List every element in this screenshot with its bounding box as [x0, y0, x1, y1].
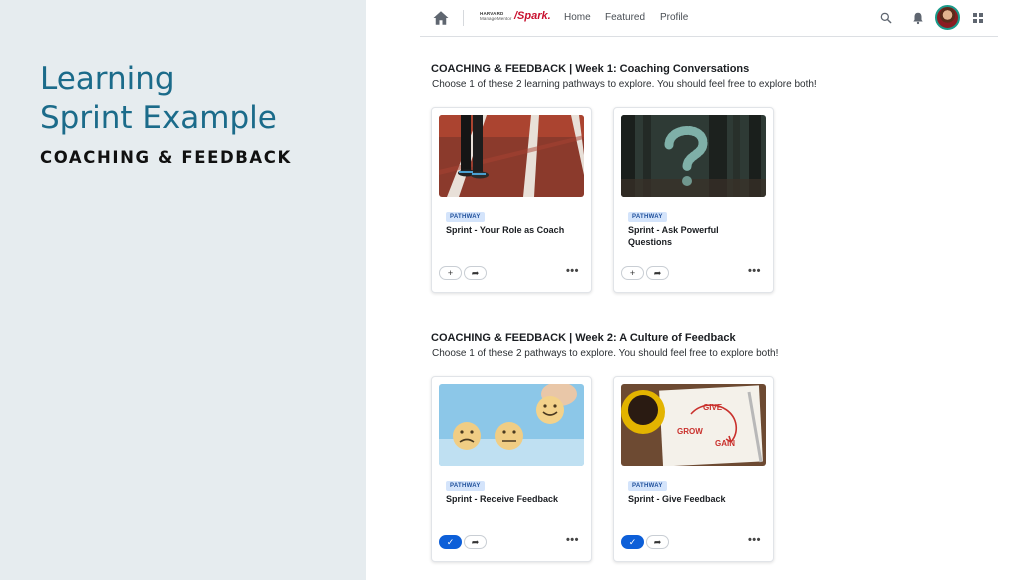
brand-line2: ManageMentor [480, 16, 512, 21]
add-button[interactable]: + [439, 266, 462, 280]
pathway-badge: PATHWAY [446, 481, 485, 491]
share-button[interactable]: ➦ [464, 535, 487, 549]
svg-text:GAIN: GAIN [715, 439, 735, 448]
card-image-forest-question [621, 115, 766, 197]
share-button[interactable]: ➦ [464, 266, 487, 280]
nav-link-home[interactable]: Home [564, 12, 591, 23]
bell-icon[interactable] [911, 11, 925, 25]
forest-question-mark-image [621, 115, 766, 197]
completed-check-button[interactable]: ✓ [621, 535, 644, 549]
card-title: Sprint - Receive Feedback [446, 494, 559, 504]
left-panel: Learning Sprint Example COACHING & FEEDB… [0, 0, 366, 580]
card-image-smiley-faces [439, 384, 584, 466]
add-button[interactable]: + [621, 266, 644, 280]
pathway-badge: PATHWAY [446, 212, 485, 222]
section-title-week1: COACHING & FEEDBACK | Week 1: Coaching C… [431, 63, 750, 75]
nav-divider [463, 10, 464, 26]
more-options-icon[interactable]: ••• [566, 534, 579, 546]
card-title: Sprint - Your Role as Coach [446, 225, 565, 235]
section-desc-week2: Choose 1 of these 2 pathways to explore.… [432, 348, 779, 359]
svg-text:GROW: GROW [677, 427, 703, 436]
more-options-icon[interactable]: ••• [566, 265, 579, 277]
slide-title-line2: Sprint Example [40, 100, 277, 136]
section-desc-week1: Choose 1 of these 2 learning pathways to… [432, 79, 817, 90]
section-title-week2: COACHING & FEEDBACK | Week 2: A Culture … [431, 332, 736, 344]
svg-text:GIVE: GIVE [703, 403, 723, 412]
pathway-card-ask-powerful-questions[interactable]: PATHWAY Sprint - Ask Powerful Questions … [613, 107, 774, 293]
nav-link-featured[interactable]: Featured [605, 12, 645, 23]
home-icon[interactable] [432, 9, 450, 27]
card-image-running-track [439, 115, 584, 197]
completed-check-button[interactable]: ✓ [439, 535, 462, 549]
slide-subtitle: COACHING & FEEDBACK [40, 148, 292, 167]
running-track-image [439, 115, 584, 197]
brand-spark: /Spark. [514, 10, 551, 22]
avatar[interactable] [935, 5, 960, 30]
apps-grid-icon[interactable] [972, 12, 984, 24]
slide-title-line1: Learning [40, 61, 175, 97]
card-title: Sprint - Give Feedback [628, 494, 726, 504]
pathway-badge: PATHWAY [628, 212, 667, 222]
top-nav: HARVARD ManageMentor /Spark. Home Featur… [420, 0, 998, 37]
search-icon[interactable] [879, 11, 893, 25]
pathway-card-your-role-as-coach[interactable]: PATHWAY Sprint - Your Role as Coach + ➦ … [431, 107, 592, 293]
slide-title: Learning Sprint Example [40, 60, 277, 138]
give-grow-gain-image: GIVE GROW GAIN [621, 384, 766, 466]
pathway-card-receive-feedback[interactable]: PATHWAY Sprint - Receive Feedback ✓ ➦ ••… [431, 376, 592, 562]
share-button[interactable]: ➦ [646, 535, 669, 549]
card-title: Sprint - Ask Powerful Questions [628, 225, 719, 247]
card-image-give-grow-gain: GIVE GROW GAIN [621, 384, 766, 466]
pathway-card-give-feedback[interactable]: GIVE GROW GAIN PATHWAY Sprint - Give Fee… [613, 376, 774, 562]
share-button[interactable]: ➦ [646, 266, 669, 280]
smiley-faces-image [439, 384, 584, 466]
pathway-badge: PATHWAY [628, 481, 667, 491]
more-options-icon[interactable]: ••• [748, 534, 761, 546]
nav-link-profile[interactable]: Profile [660, 12, 688, 23]
more-options-icon[interactable]: ••• [748, 265, 761, 277]
